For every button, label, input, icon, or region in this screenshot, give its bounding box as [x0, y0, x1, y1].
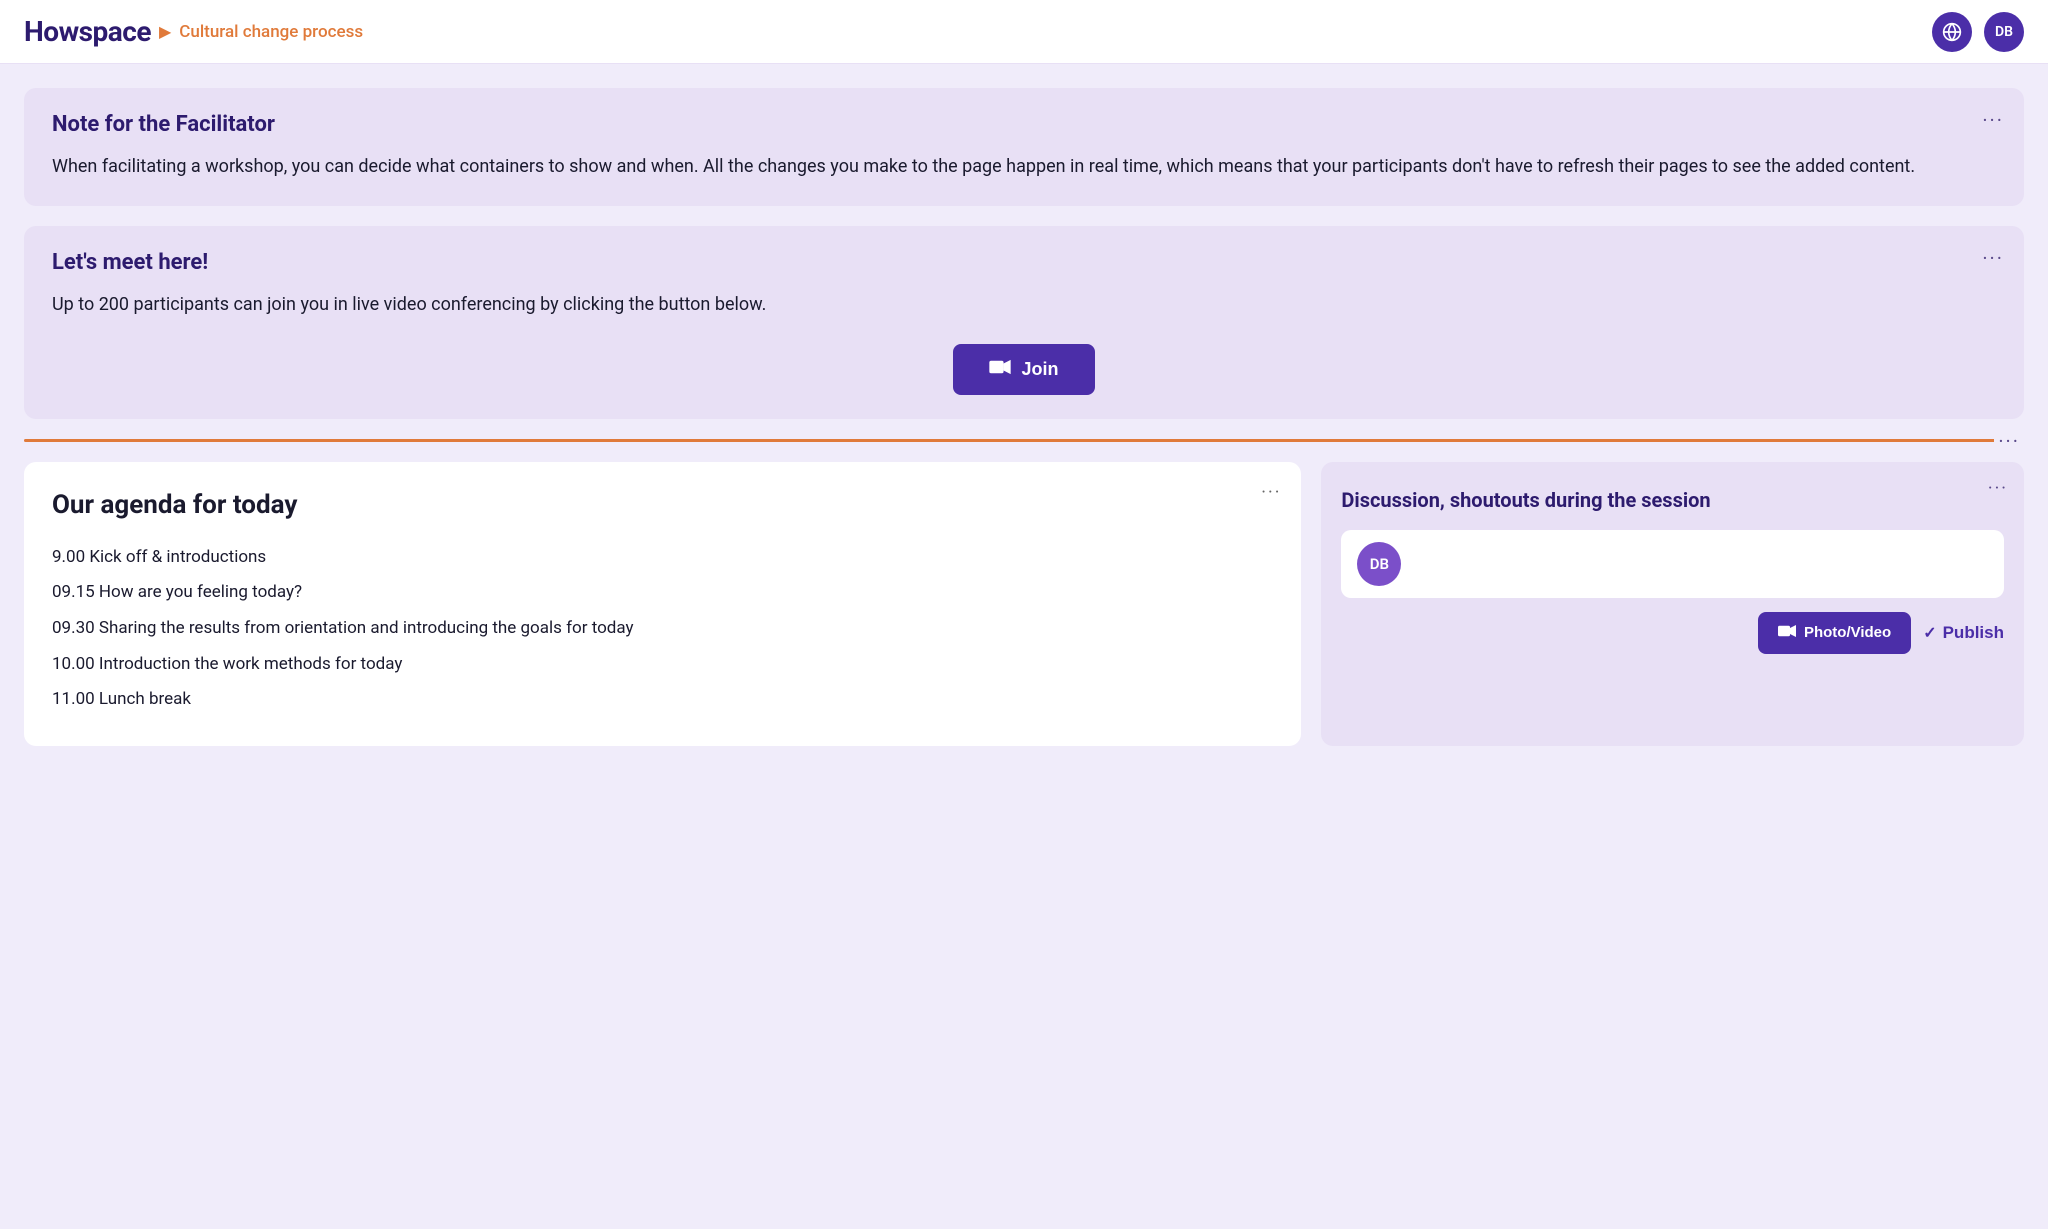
- check-icon: ✓: [1923, 623, 1936, 643]
- app-header: Howspace ▶ Cultural change process DB: [0, 0, 2048, 64]
- video-section-card: ··· Let's meet here! Up to 200 participa…: [24, 226, 2024, 419]
- agenda-item: 09.15 How are you feeling today?: [52, 575, 1273, 611]
- user-avatar[interactable]: DB: [1984, 12, 2024, 52]
- facilitator-note-card: ··· Note for the Facilitator When facili…: [24, 88, 2024, 206]
- publish-button[interactable]: ✓ Publish: [1923, 623, 2004, 643]
- agenda-item: 09.30 Sharing the results from orientati…: [52, 611, 1273, 647]
- video-section-body: Up to 200 participants can join you in l…: [52, 291, 1996, 320]
- globe-icon-button[interactable]: [1932, 12, 1972, 52]
- app-logo: Howspace: [24, 15, 151, 48]
- video-section-menu[interactable]: ···: [1982, 246, 2004, 270]
- discussion-card: ··· Discussion, shoutouts during the ses…: [1321, 462, 2024, 746]
- agenda-card: ··· Our agenda for today 9.00 Kick off &…: [24, 462, 1301, 746]
- agenda-title: Our agenda for today: [52, 490, 1273, 520]
- agenda-item: 9.00 Kick off & introductions: [52, 540, 1273, 576]
- video-section-title: Let's meet here!: [52, 250, 1996, 275]
- agenda-item: 11.00 Lunch break: [52, 682, 1273, 718]
- discussion-menu[interactable]: ···: [1988, 478, 2008, 499]
- main-content: ··· Note for the Facilitator When facili…: [0, 64, 2048, 746]
- join-button[interactable]: Join: [953, 344, 1094, 395]
- photo-video-button[interactable]: Photo/Video: [1758, 612, 1911, 654]
- agenda-menu[interactable]: ···: [1261, 482, 1281, 503]
- facilitator-note-title: Note for the Facilitator: [52, 112, 1996, 137]
- divider-menu[interactable]: ···: [1994, 429, 2024, 453]
- discussion-actions: Photo/Video ✓ Publish: [1341, 612, 2004, 654]
- agenda-item: 10.00 Introduction the work methods for …: [52, 647, 1273, 683]
- camera-small-icon: [1778, 624, 1796, 642]
- breadcrumb-separator: ▶: [159, 22, 171, 41]
- camera-icon: [989, 358, 1011, 381]
- facilitator-note-menu[interactable]: ···: [1982, 108, 2004, 132]
- discussion-input[interactable]: [1411, 555, 1988, 573]
- divider-section: ···: [24, 439, 2024, 442]
- facilitator-note-body: When facilitating a workshop, you can de…: [52, 153, 1996, 182]
- agenda-items: 9.00 Kick off & introductions 09.15 How …: [52, 540, 1273, 718]
- discussion-input-row: DB: [1341, 530, 2004, 598]
- two-column-layout: ··· Our agenda for today 9.00 Kick off &…: [24, 462, 2024, 746]
- discussion-title: Discussion, shoutouts during the session: [1341, 486, 2004, 514]
- orange-divider: [24, 439, 2024, 442]
- discussion-avatar: DB: [1357, 542, 1401, 586]
- breadcrumb-link[interactable]: Cultural change process: [179, 22, 363, 42]
- header-actions: DB: [1932, 12, 2024, 52]
